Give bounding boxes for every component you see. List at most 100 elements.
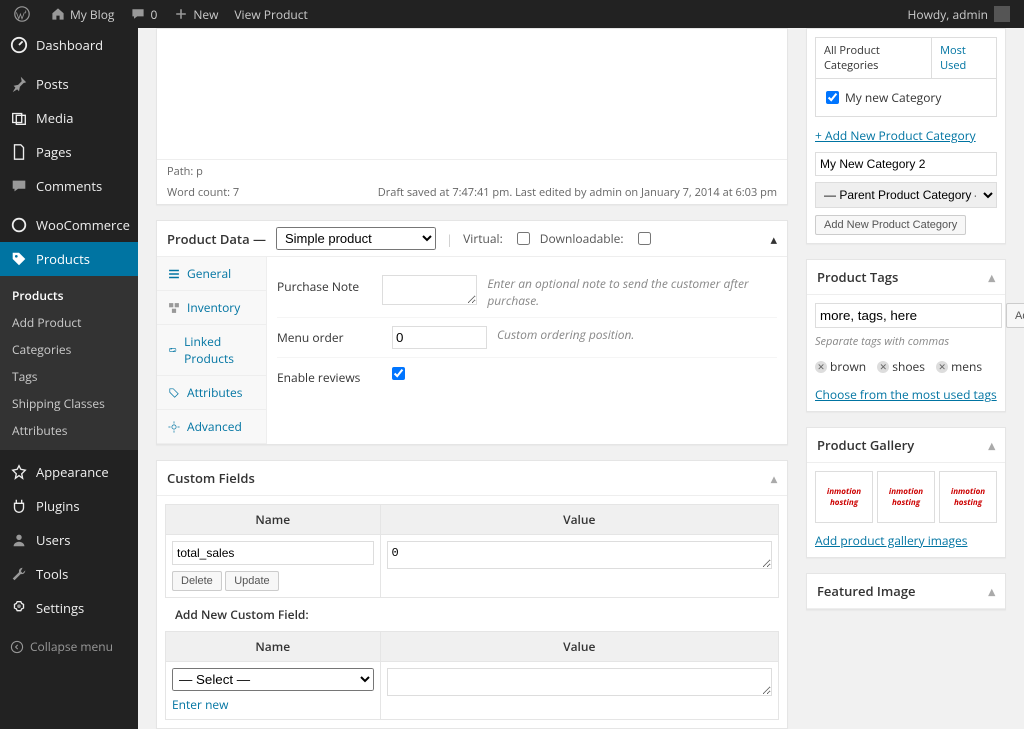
submenu-add-product[interactable]: Add Product: [0, 309, 138, 336]
cf-update-button[interactable]: Update: [225, 571, 278, 591]
tag-remove-icon[interactable]: ✕: [815, 361, 827, 373]
menu-order-field[interactable]: [392, 326, 487, 349]
word-count: Word count: 7: [167, 185, 239, 200]
virtual-label: Virtual:: [463, 230, 503, 247]
custom-fields-panel: Custom Fields ▴ Name Value: [156, 460, 788, 729]
woo-icon: [10, 216, 28, 234]
menu-comments[interactable]: Comments: [0, 169, 138, 203]
category-checkbox[interactable]: [826, 91, 839, 104]
page-icon: [10, 143, 28, 161]
wordpress-icon: [14, 6, 30, 22]
menu-products[interactable]: Products: [0, 242, 138, 276]
collapse-menu[interactable]: Collapse menu: [0, 630, 138, 663]
tag-item: ✕shoes: [877, 358, 925, 375]
cat-tab-all[interactable]: All Product Categories: [816, 38, 932, 78]
tab-inventory[interactable]: Inventory: [157, 291, 266, 325]
link-icon: [167, 343, 178, 357]
gallery-thumb[interactable]: inmotion hosting: [877, 471, 935, 523]
view-product-link[interactable]: View Product: [226, 0, 315, 28]
custom-fields-title: Custom Fields: [167, 469, 255, 487]
menu-tools[interactable]: Tools: [0, 557, 138, 591]
submenu-shipping-classes[interactable]: Shipping Classes: [0, 390, 138, 417]
settings-icon: [10, 599, 28, 617]
cf-name-header: Name: [166, 632, 381, 662]
menu-media[interactable]: Media: [0, 101, 138, 135]
enable-reviews-checkbox[interactable]: [392, 367, 405, 380]
menu-plugins[interactable]: Plugins: [0, 489, 138, 523]
panel-toggle[interactable]: ▴: [988, 582, 995, 600]
featured-image-panel: Featured Image ▴: [806, 573, 1006, 610]
tags-title: Product Tags: [817, 268, 898, 286]
downloadable-label: Downloadable:: [540, 230, 624, 247]
tab-attributes[interactable]: Attributes: [157, 376, 266, 410]
menu-pages[interactable]: Pages: [0, 135, 138, 169]
panel-toggle[interactable]: ▴: [771, 470, 777, 487]
collapse-icon: [10, 640, 24, 654]
tag-remove-icon[interactable]: ✕: [877, 361, 889, 373]
cf-delete-button[interactable]: Delete: [172, 571, 222, 591]
add-category-button[interactable]: Add New Product Category: [815, 215, 966, 235]
submenu-categories[interactable]: Categories: [0, 336, 138, 363]
editor-body[interactable]: [157, 29, 787, 159]
menu-appearance[interactable]: Appearance: [0, 455, 138, 489]
dashboard-icon: [10, 36, 28, 54]
submenu-products[interactable]: Products: [0, 282, 138, 309]
users-icon: [10, 531, 28, 549]
submenu-attributes[interactable]: Attributes: [0, 417, 138, 444]
products-submenu: Products Add Product Categories Tags Shi…: [0, 276, 138, 450]
new-link[interactable]: New: [165, 0, 226, 28]
howdy-link[interactable]: Howdy, admin: [900, 0, 1018, 28]
product-data-title: Product Data —: [167, 230, 266, 248]
menu-settings[interactable]: Settings: [0, 591, 138, 625]
purchase-note-field[interactable]: [382, 275, 477, 305]
tags-add-button[interactable]: Add: [1006, 303, 1024, 328]
parent-category-select[interactable]: — Parent Product Category —: [815, 182, 997, 208]
custom-fields-add-table: Name Value — Select — Enter new: [165, 631, 779, 720]
product-type-select[interactable]: Simple product: [276, 227, 436, 250]
comments-link[interactable]: 0: [122, 0, 165, 28]
panel-toggle[interactable]: ▴: [988, 268, 995, 286]
site-link[interactable]: My Blog: [42, 0, 122, 28]
choose-tags-link[interactable]: Choose from the most used tags: [815, 386, 997, 403]
cf-value-input[interactable]: 0: [387, 541, 772, 569]
tab-general[interactable]: General: [157, 257, 266, 291]
tags-panel: Product Tags ▴ Add Separate tags with co…: [806, 259, 1006, 412]
gallery-thumb[interactable]: inmotion hosting: [815, 471, 873, 523]
add-gallery-link[interactable]: Add product gallery images: [815, 532, 968, 549]
downloadable-checkbox[interactable]: [638, 232, 651, 245]
enable-reviews-label: Enable reviews: [277, 366, 392, 386]
category-item[interactable]: My new Category: [826, 89, 986, 106]
purchase-note-label: Purchase Note: [277, 275, 382, 295]
cat-tab-most[interactable]: Most Used: [932, 38, 996, 78]
cf-name-header: Name: [166, 505, 381, 535]
panel-toggle[interactable]: ▴: [988, 436, 995, 454]
menu-dashboard[interactable]: Dashboard: [0, 28, 138, 62]
gallery-thumb[interactable]: inmotion hosting: [939, 471, 997, 523]
home-icon: [50, 6, 66, 22]
tags-input[interactable]: [815, 303, 1002, 328]
add-category-link[interactable]: + Add New Product Category: [815, 127, 997, 144]
menu-users[interactable]: Users: [0, 523, 138, 557]
tab-advanced[interactable]: Advanced: [157, 410, 266, 444]
tag-item: ✕brown: [815, 358, 866, 375]
virtual-checkbox[interactable]: [517, 232, 530, 245]
submenu-tags[interactable]: Tags: [0, 363, 138, 390]
media-icon: [10, 109, 28, 127]
cf-name-input[interactable]: [172, 541, 374, 565]
tab-linked[interactable]: Linked Products: [157, 325, 266, 376]
new-category-input[interactable]: [815, 152, 997, 176]
menu-posts[interactable]: Posts: [0, 67, 138, 101]
product-data-tabs: General Inventory Linked Products Attrib…: [157, 257, 267, 444]
panel-toggle[interactable]: ▴: [770, 230, 777, 248]
tag-remove-icon[interactable]: ✕: [936, 361, 948, 373]
menu-order-desc: Custom ordering position.: [497, 326, 634, 343]
tags-hint: Separate tags with commas: [815, 334, 997, 349]
cf-new-value-input[interactable]: [387, 668, 772, 696]
wp-logo[interactable]: [6, 0, 42, 28]
categories-panel: All Product Categories Most Used My new …: [806, 28, 1006, 244]
cf-enter-new-link[interactable]: Enter new: [172, 696, 228, 713]
cf-select[interactable]: — Select —: [172, 668, 374, 691]
attributes-icon: [167, 386, 181, 400]
tools-icon: [10, 565, 28, 583]
menu-woocommerce[interactable]: WooCommerce: [0, 208, 138, 242]
